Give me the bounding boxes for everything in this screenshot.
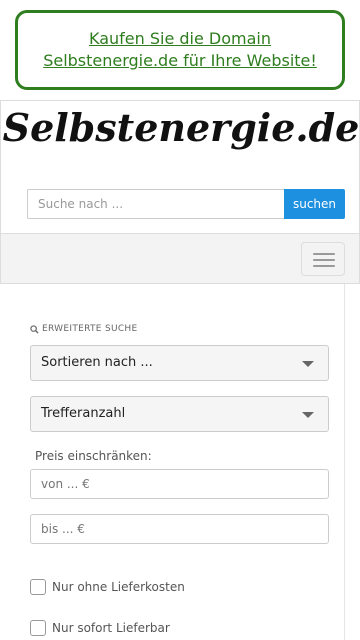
instant-delivery-checkbox-row[interactable]: Nur sofort Lieferbar [30, 620, 170, 636]
no-shipping-checkbox-row[interactable]: Nur ohne Lieferkosten [30, 579, 185, 595]
navbar [0, 233, 360, 284]
panel-divider [344, 284, 345, 640]
price-to-input[interactable] [30, 514, 329, 544]
no-shipping-label[interactable]: Nur ohne Lieferkosten [52, 580, 185, 594]
filter-panel: ERWEITERTE SUCHE Sortieren nach ... Tref… [0, 284, 360, 640]
domain-promo-banner: Kaufen Sie die Domain Selbstenergie.de f… [15, 10, 345, 90]
domain-promo-link[interactable]: Kaufen Sie die Domain Selbstenergie.de f… [18, 28, 342, 72]
result-count-select[interactable]: Trefferanzahl [30, 396, 329, 432]
sort-select-value: Sortieren nach ... [41, 355, 153, 370]
instant-delivery-label[interactable]: Nur sofort Lieferbar [52, 621, 170, 635]
instant-delivery-checkbox[interactable] [30, 620, 46, 636]
advanced-search-text: ERWEITERTE SUCHE [42, 324, 138, 334]
advanced-search-label: ERWEITERTE SUCHE [30, 324, 137, 334]
search-button[interactable]: suchen [284, 189, 345, 219]
search-icon [30, 324, 39, 334]
search-input[interactable] [27, 189, 285, 219]
no-shipping-checkbox[interactable] [30, 579, 46, 595]
hamburger-menu-icon[interactable] [301, 242, 345, 276]
sort-select[interactable]: Sortieren nach ... [30, 345, 329, 381]
price-from-input[interactable] [30, 469, 329, 499]
price-limit-label: Preis einschränken: [35, 449, 152, 463]
chevron-down-icon [302, 412, 314, 418]
site-header: Selbstenergie.de suche n [0, 100, 360, 233]
chevron-down-icon [302, 361, 314, 367]
site-logo[interactable]: Selbstenergie.de [1, 105, 360, 150]
result-count-select-value: Trefferanzahl [41, 406, 126, 421]
